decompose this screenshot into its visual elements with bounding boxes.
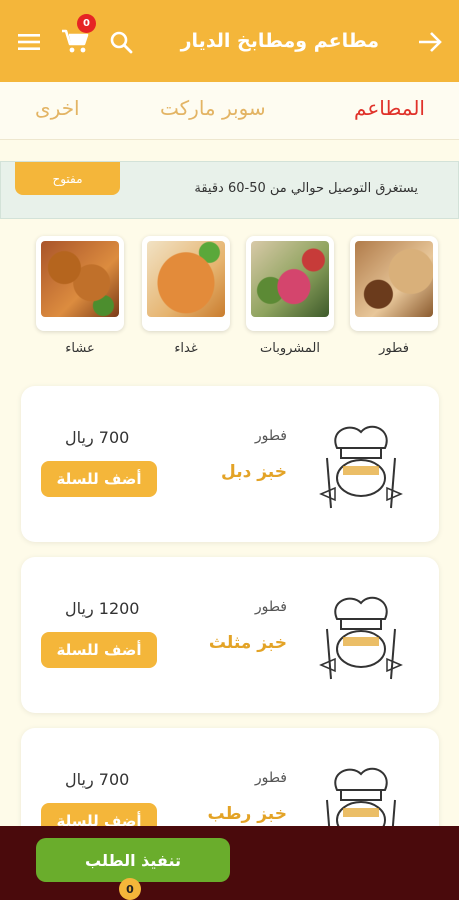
status-badge: مفتوح <box>15 162 120 195</box>
category-breakfast[interactable]: فطور <box>350 236 438 356</box>
category-label: فطور <box>379 341 409 356</box>
category-dinner[interactable]: عشاء <box>36 236 124 356</box>
page-title: مطاعم ومطابخ الديار <box>180 30 379 52</box>
app-bar: 0 مطاعم ومطابخ الديار <box>0 0 459 82</box>
category-drinks[interactable]: المشروبات <box>246 236 334 356</box>
order-count-badge: 0 <box>119 878 141 900</box>
menu-icon[interactable] <box>14 27 44 57</box>
product-category: فطور <box>254 770 287 786</box>
product-price: 700 ريال <box>65 428 130 447</box>
category-image <box>246 236 334 331</box>
product-price: 1200 ريال <box>65 599 140 618</box>
arrow-right-icon[interactable] <box>415 27 445 57</box>
cart-count-badge: 0 <box>77 14 96 33</box>
tab-restaurants[interactable]: المطاعم <box>354 96 425 120</box>
product-name: خبز دبل <box>221 462 287 482</box>
category-image <box>36 236 124 331</box>
category-image <box>142 236 230 331</box>
delivery-info-bar: مفتوح يستغرق التوصيل حوالي من 50-60 دقيق… <box>0 161 459 219</box>
tab-other[interactable]: اخرى <box>35 96 80 120</box>
category-label: المشروبات <box>260 341 320 356</box>
checkout-bar: تنفيذ الطلب 0 <box>0 826 459 900</box>
product-name: خبز رطب <box>207 804 287 824</box>
tab-supermarket[interactable]: سوبر ماركت <box>160 96 266 120</box>
checkout-button[interactable]: تنفيذ الطلب <box>36 838 230 882</box>
product-card[interactable]: فطور خبز مثلث 1200 ريال أضف للسلة <box>21 557 439 713</box>
category-label: غداء <box>174 341 198 356</box>
product-price: 700 ريال <box>65 770 130 789</box>
add-to-cart-button[interactable]: أضف للسلة <box>41 632 157 668</box>
category-lunch[interactable]: غداء <box>142 236 230 356</box>
category-label: عشاء <box>65 341 95 356</box>
product-card[interactable]: فطور خبز دبل 700 ريال أضف للسلة <box>21 386 439 542</box>
product-name: خبز مثلث <box>208 633 287 653</box>
add-to-cart-button[interactable]: أضف للسلة <box>41 461 157 497</box>
product-category: فطور <box>254 599 287 615</box>
category-list: فطور المشروبات غداء عشاء <box>0 236 459 366</box>
delivery-time-text: يستغرق التوصيل حوالي من 50-60 دقيقة <box>194 181 418 196</box>
chef-logo-icon <box>307 408 415 520</box>
chef-logo-icon <box>307 579 415 691</box>
tab-bar: المطاعم سوبر ماركت اخرى <box>0 82 459 140</box>
product-category: فطور <box>254 428 287 444</box>
search-icon[interactable] <box>106 27 136 57</box>
category-image <box>350 236 438 331</box>
